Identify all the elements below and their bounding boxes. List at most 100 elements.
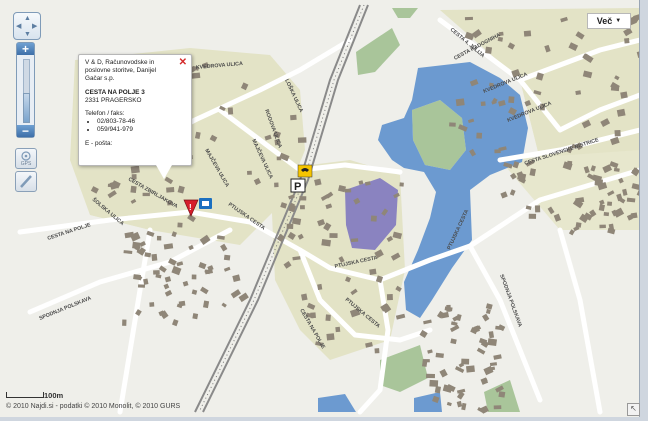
building [480, 101, 486, 106]
building [494, 149, 501, 154]
building [122, 319, 127, 326]
building [493, 405, 502, 410]
business-name: V & D, Računovodske in poslovne storitve… [85, 59, 157, 83]
building [614, 129, 621, 137]
building [223, 254, 231, 261]
building [374, 348, 380, 354]
building [149, 302, 155, 307]
building [485, 46, 493, 54]
svg-text:P: P [294, 181, 301, 193]
phone-list: 02/803-78-46 059/941-979 [85, 118, 185, 134]
building [329, 233, 338, 239]
copyright-text: © 2010 Najdi.si - podatki © 2010 Monolit… [6, 403, 181, 410]
building [487, 338, 498, 347]
building [426, 373, 435, 379]
map-frame-right [639, 0, 648, 421]
building [178, 300, 186, 307]
business-icon [199, 198, 212, 209]
building [151, 253, 158, 261]
building [286, 223, 294, 230]
building [301, 293, 308, 301]
building [130, 165, 140, 174]
ruler-icon [20, 175, 32, 188]
building [630, 212, 638, 219]
svg-text:!: ! [189, 203, 192, 212]
building [290, 114, 297, 121]
building [603, 211, 610, 217]
building [177, 222, 183, 228]
building [370, 215, 377, 222]
building [369, 268, 377, 275]
building [575, 90, 582, 96]
gps-label: GPS [20, 161, 32, 167]
building [274, 182, 279, 188]
building [191, 72, 201, 79]
building [317, 283, 323, 291]
building [246, 170, 252, 175]
chevron-down-icon: ▼ [615, 18, 622, 24]
building [624, 37, 630, 44]
building [137, 284, 145, 288]
business-address: CESTA NA POLJE 3 [85, 88, 145, 96]
pan-right-icon[interactable]: ▶ [32, 23, 37, 30]
building [616, 108, 626, 117]
zoom-level-fill [23, 93, 30, 123]
phone-number: 02/803-78-46 [97, 118, 185, 126]
building [350, 238, 359, 243]
building [130, 185, 137, 194]
building [153, 270, 160, 275]
building [455, 98, 465, 107]
zoom-out-button[interactable]: − [17, 125, 34, 137]
more-button-label: Več [596, 16, 613, 26]
building [575, 222, 582, 228]
building [626, 197, 636, 203]
building [133, 274, 142, 281]
zoom-in-button[interactable]: + [17, 43, 34, 55]
building [297, 137, 307, 143]
building [566, 160, 573, 168]
building [523, 30, 532, 37]
building [508, 96, 515, 104]
map-frame-bottom [0, 417, 648, 421]
measure-button[interactable] [15, 171, 37, 192]
building [607, 201, 613, 206]
building [276, 156, 282, 161]
business-city: 2331 PRAGERSKO [85, 96, 142, 104]
building [192, 313, 199, 320]
building [421, 360, 428, 367]
phone-label: Telefon / faks: [85, 110, 125, 118]
building [227, 107, 234, 115]
building [191, 274, 197, 280]
building [321, 238, 332, 247]
pan-control[interactable]: ▲ ◀ ▶ ▼ [13, 12, 41, 40]
building [386, 293, 393, 301]
building [464, 16, 474, 21]
building [429, 379, 439, 387]
popup-tail [156, 165, 172, 179]
building [498, 391, 506, 398]
building [299, 196, 307, 201]
more-button[interactable]: Več ▼ [587, 13, 631, 29]
building [326, 333, 335, 341]
building [344, 188, 352, 193]
business-info-popup: ✕ V & D, Računovodske in poslovne storit… [78, 54, 192, 166]
gps-button[interactable]: GPS [15, 148, 37, 169]
pan-up-icon[interactable]: ▲ [24, 15, 31, 22]
building [325, 314, 331, 322]
email-label: E - pošta: [85, 139, 113, 147]
building [476, 132, 483, 139]
building [132, 241, 141, 250]
zoom-slider[interactable]: + − [16, 42, 35, 138]
resize-corner-icon[interactable]: ↖ [627, 403, 640, 416]
close-icon[interactable]: ✕ [179, 58, 187, 68]
building [620, 91, 628, 99]
scale-bar [6, 392, 44, 398]
pan-down-icon[interactable]: ▼ [24, 31, 31, 38]
building [465, 365, 475, 373]
phone-number: 059/941-979 [97, 126, 185, 134]
building [534, 205, 541, 213]
scale-label: 100m [44, 391, 64, 400]
building [300, 205, 305, 210]
pan-left-icon[interactable]: ◀ [16, 23, 21, 30]
building [594, 179, 603, 186]
